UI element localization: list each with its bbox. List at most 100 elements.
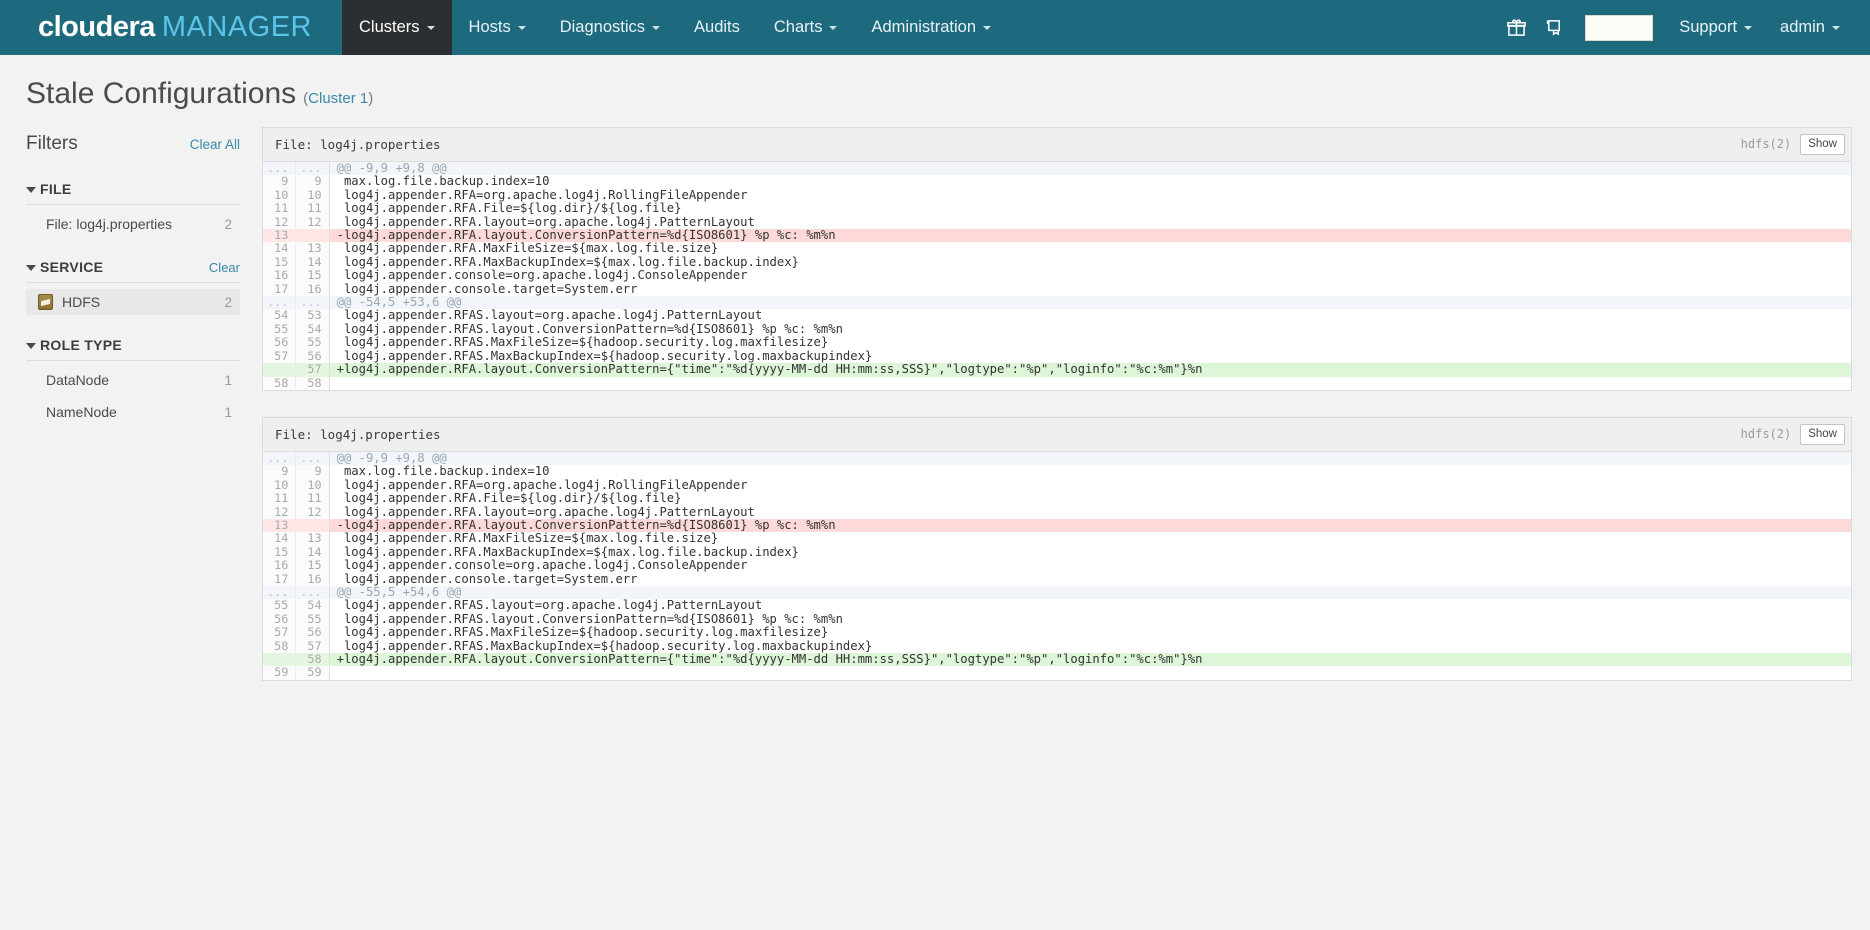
chevron-down-icon (1832, 25, 1840, 30)
diff-old-line-number: 10 (263, 478, 297, 493)
support-menu-label: Support (1679, 18, 1738, 36)
facet-row-text: NameNode (46, 404, 117, 420)
diff-new-line-number: 10 (295, 478, 330, 493)
admin-menu[interactable]: admin (1768, 18, 1852, 37)
diff-new-line-number: 58 (295, 376, 330, 390)
diff-line-ctx: 11 11 log4j.appender.RFA.File=${log.dir}/… (263, 201, 1851, 216)
nav-item-label: Audits (694, 18, 740, 36)
facet-header[interactable]: SERVICE Clear (26, 259, 240, 283)
diff-old-line-number: 10 (263, 188, 297, 203)
diff-code-text (329, 666, 1851, 680)
diff-code-text: max.log.file.backup.index=10 (329, 175, 1851, 189)
diff-new-line-number: ... (295, 451, 330, 466)
nav-item-clusters[interactable]: Clusters (342, 0, 452, 55)
diff-old-line-number: 11 (263, 491, 297, 506)
diff-old-line-number: 9 (263, 464, 297, 479)
nav-item-charts[interactable]: Charts (757, 0, 855, 55)
diff-new-line-number: 15 (295, 268, 330, 283)
chevron-down-icon (517, 25, 526, 30)
diff-new-line-number: 14 (295, 255, 330, 270)
diff-old-line-number: ... (263, 161, 297, 176)
diff-panel: File: log4j.properties hdfs(2) Show...... @… (262, 416, 1852, 681)
facet-row-text: HDFS (62, 294, 101, 310)
diff-line-ctx: 12 12 log4j.appender.RFA.layout=org.apach… (263, 215, 1851, 230)
page-subtitle-cluster[interactable]: (Cluster 1) (303, 90, 373, 107)
cluster-link[interactable]: Cluster 1 (308, 90, 368, 107)
diff-line-ctx: 14 13 log4j.appender.RFA.MaxFileSize=${ma… (263, 242, 1851, 256)
facet-list: FILE File: log4j.properties 2 SERVICE Clear H… (26, 181, 240, 425)
brand-secondary-text: MANAGER (161, 11, 313, 43)
facet-header[interactable]: FILE (26, 181, 240, 205)
diff-line-ctx: 12 12 log4j.appender.RFA.layout=org.apach… (263, 505, 1851, 519)
diff-line-ctx: 57 56 log4j.appender.RFAS.MaxBackupIndex=… (263, 349, 1851, 364)
facet-row-count: 2 (224, 216, 232, 232)
diff-code-text: log4j.appender.RFAS.MaxFileSize=${hadoop… (329, 336, 1851, 350)
diff-service-tag: hdfs(2) (1740, 427, 1792, 442)
diff-old-line-number: 56 (263, 335, 297, 350)
diff-old-line-number: 55 (263, 322, 297, 337)
diff-old-line-number: 9 (263, 174, 297, 189)
nav-item-label: Hosts (468, 18, 511, 36)
diff-new-line-number: 12 (295, 215, 330, 230)
diff-line-add: 58 +log4j.appender.RFA.layout.ConversionP… (263, 652, 1851, 667)
nav-item-hosts[interactable]: Hosts (452, 0, 543, 55)
diff-code-text: log4j.appender.RFA.File=${log.dir}/${log… (329, 492, 1851, 506)
chevron-down-icon[interactable] (26, 187, 36, 193)
facet-title: SERVICE (40, 259, 104, 275)
show-button[interactable]: Show (1800, 424, 1845, 445)
diff-old-line-number: 17 (263, 282, 297, 297)
facet-header-left: ROLE TYPE (26, 337, 122, 353)
facet-row[interactable]: NameNode 1 (26, 399, 240, 425)
nav-item-diagnostics[interactable]: Diagnostics (543, 0, 677, 55)
facet-row[interactable]: DataNode 1 (26, 367, 240, 393)
parcel-icon[interactable] (1537, 11, 1571, 45)
facet-header-left: SERVICE (26, 259, 103, 275)
facet-clear-button[interactable]: Clear (209, 260, 240, 275)
nav-item-audits[interactable]: Audits (677, 0, 757, 55)
diff-code-text: +log4j.appender.RFA.layout.ConversionPat… (329, 653, 1851, 667)
facet-row-text: DataNode (46, 372, 110, 388)
diff-old-line-number: 14 (263, 531, 297, 546)
diff-old-line-number: 56 (263, 612, 297, 627)
diff-panel: File: log4j.properties hdfs(2) Show...... @… (262, 127, 1852, 391)
diff-new-line-number (295, 229, 330, 243)
diff-panel-header: File: log4j.properties hdfs(2) Show (263, 128, 1851, 162)
diff-old-line-number: ... (263, 295, 297, 310)
facet-row[interactable]: HDFS 2 (26, 289, 240, 315)
diff-code-text: @@ -54,5 +53,6 @@ (329, 296, 1851, 310)
diff-old-line-number (263, 363, 297, 377)
cloudera-manager-logo[interactable]: cloudera MANAGER (0, 0, 342, 55)
diff-old-line-number: 12 (263, 505, 297, 519)
filters-title: Filters (26, 133, 78, 154)
facet-header[interactable]: ROLE TYPE (26, 337, 240, 361)
diff-old-line-number: 11 (263, 201, 297, 216)
support-menu[interactable]: Support (1667, 18, 1764, 37)
diff-line-ctx: 58 58 (263, 376, 1851, 390)
facet-service: SERVICE Clear HDFS 2 (26, 259, 240, 315)
diff-code-text: log4j.appender.RFA.layout=org.apache.log… (329, 505, 1851, 519)
nav-item-label: Administration (871, 18, 977, 36)
main-menu: Clusters Hosts Diagnostics Audits Charts Admi… (342, 0, 1008, 55)
diff-old-line-number: ... (263, 451, 297, 466)
diff-code-text: log4j.appender.RFAS.layout=org.apache.lo… (329, 309, 1851, 323)
show-button[interactable]: Show (1800, 134, 1845, 155)
search-input[interactable] (1585, 14, 1654, 41)
diff-line-ctx: 15 14 log4j.appender.RFA.MaxBackupIndex=$… (263, 545, 1851, 560)
diff-code-text: log4j.appender.RFAS.layout.ConversionPat… (329, 322, 1851, 337)
chevron-down-icon (829, 25, 838, 30)
diff-code-text: log4j.appender.RFA=org.apache.log4j.Roll… (329, 188, 1851, 203)
clear-all-button[interactable]: Clear All (190, 137, 240, 152)
diff-code-text: log4j.appender.RFA.layout=org.apache.log… (329, 215, 1851, 230)
diff-old-line-number: 55 (263, 598, 297, 613)
facet-row[interactable]: File: log4j.properties 2 (26, 211, 240, 237)
facet-row-count: 2 (224, 294, 232, 310)
chevron-down-icon[interactable] (26, 343, 36, 349)
diff-code-text: log4j.appender.RFAS.layout=org.apache.lo… (329, 599, 1851, 613)
nav-item-administration[interactable]: Administration (854, 0, 1008, 55)
diff-old-line-number: 12 (263, 215, 297, 230)
chevron-down-icon[interactable] (26, 265, 36, 271)
diff-old-line-number: 15 (263, 545, 297, 560)
diff-new-line-number: 53 (295, 309, 330, 323)
top-navigation-bar: cloudera MANAGER Clusters Hosts Diagnostic… (0, 0, 1870, 55)
gift-icon[interactable] (1499, 11, 1533, 45)
